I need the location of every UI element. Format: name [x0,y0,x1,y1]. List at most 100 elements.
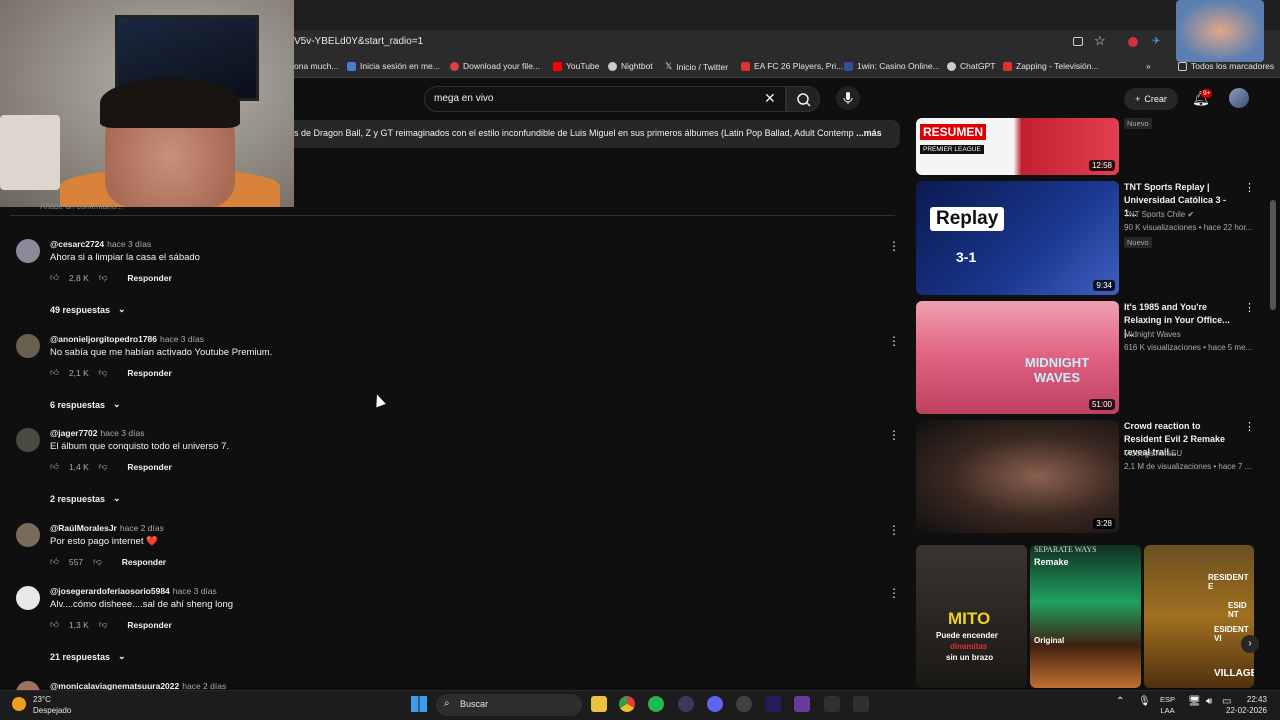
comment-time[interactable]: hace 3 días [160,334,204,344]
language-indicator[interactable]: ESP LAA [1160,694,1175,716]
bookmark-item[interactable]: ona much... [294,61,338,71]
video-thumbnail[interactable]: Replay 3-1 9:34 [916,181,1119,295]
taskbar-search[interactable]: ⌕ Buscar [436,694,582,716]
more-link[interactable]: ...más [856,128,882,138]
video-thumbnail[interactable]: MIDNIGHT WAVES 51:00 [916,301,1119,414]
replies-toggle[interactable]: 49 respuestas ⌄ [50,304,126,315]
video-thumbnail[interactable]: 3:28 [916,420,1119,533]
avatar[interactable] [16,586,40,610]
discord-icon[interactable] [707,696,723,712]
like-icon[interactable]: 👍︎ [50,367,59,378]
dislike-icon[interactable]: 👎︎ [99,367,108,378]
more-bookmarks-icon[interactable]: » [1146,61,1151,71]
account-avatar[interactable] [1229,88,1249,108]
reply-button[interactable]: Responder [127,462,171,472]
app-icon[interactable] [794,696,810,712]
microphone-tray-icon[interactable]: 🎙︎ [1138,696,1151,707]
windows-start-icon[interactable] [411,696,427,712]
like-icon[interactable]: 👍︎ [50,272,59,283]
dislike-icon[interactable]: 👎︎ [99,619,108,630]
search-button[interactable] [786,86,820,112]
channel-name[interactable]: TNT Sports Chile ✔ [1124,210,1194,219]
search-input-value[interactable]: mega en vivo [434,93,493,104]
app-icon[interactable] [853,696,869,712]
bookmark-item[interactable]: 1win: Casino Online... [844,61,940,71]
install-icon[interactable] [1073,37,1083,46]
shelf-card-resident-evil[interactable]: RESIDENT E ESID NT ESIDENT VI VILLAGE [1144,545,1254,688]
dislike-icon[interactable]: 👎︎ [93,556,102,567]
bookmark-item[interactable]: Zapping - Televisión... [1003,61,1099,71]
chrome-icon[interactable] [619,696,635,712]
bookmark-item[interactable]: YouTube [553,61,599,71]
more-options-icon[interactable]: ⋮ [1244,301,1255,314]
comment-author[interactable]: @RaúlMoralesJr [50,523,117,533]
more-options-icon[interactable]: ⋮ [888,239,900,253]
youtube-icon [553,61,562,71]
shelf-next-button[interactable]: › [1241,635,1259,653]
more-options-icon[interactable]: ⋮ [888,586,900,600]
app-icon[interactable] [736,696,752,712]
more-options-icon[interactable]: ⋮ [888,334,900,348]
bookmark-item[interactable]: Inicia sesión en me... [347,61,440,71]
reply-button[interactable]: Responder [127,620,171,630]
channel-name[interactable]: Midnight Waves [1124,330,1181,339]
video-thumbnail[interactable]: RESUMEN PREMIER LEAGUE 12:58 [916,118,1119,175]
dislike-icon[interactable]: 👎︎ [99,461,108,472]
bookmark-item[interactable]: Download your file... [450,61,540,71]
spotify-icon[interactable] [648,696,664,712]
url-text[interactable]: V5v-YBELd0Y&start_radio=1 [294,36,423,47]
extension-icon[interactable] [1128,37,1138,47]
file-explorer-icon[interactable] [591,696,607,712]
comment-time[interactable]: hace 3 días [101,428,145,438]
comment-author[interactable]: @jager7702 [50,428,98,438]
bookmark-item[interactable]: 𝕏 Inicio / Twitter [665,61,728,72]
shelf-card-mito[interactable]: MITO Puede encender dinamitas sin un bra… [916,545,1027,688]
weather-widget[interactable]: 23°C Despejado [33,694,71,716]
channel-name[interactable]: VideogamersEU [1124,449,1182,458]
network-icon[interactable]: 🖥︎ [1188,696,1201,707]
tray-chevron-icon[interactable]: ⌃ [1116,696,1124,707]
comment-time[interactable]: hace 3 días [107,239,151,249]
premiere-icon[interactable] [765,696,781,712]
comment-author[interactable]: @anonieljorgitopedro1786 [50,334,157,344]
avatar[interactable] [16,523,40,547]
bookmark-item[interactable]: EA FC 26 Players, Pri... [741,61,843,71]
replies-toggle[interactable]: 21 respuestas ⌄ [50,651,126,662]
comment-input-partial[interactable]: Añade un comentario... [40,202,123,211]
more-options-icon[interactable]: ⋮ [1244,181,1255,194]
shelf-card-separate-ways[interactable]: SEPARATE WAYS Remake Original [1030,545,1141,688]
comment-author[interactable]: @cesarc2724 [50,239,104,249]
avatar[interactable] [16,239,40,263]
volume-icon[interactable]: 🔊︎ [1206,696,1212,707]
clock[interactable]: 22:43 22-02-2026 [1226,694,1267,716]
more-options-icon[interactable]: ⋮ [888,523,900,537]
dislike-icon[interactable]: 👎︎ [99,272,108,283]
bookmark-item[interactable]: ChatGPT [947,61,995,71]
bookmark-item[interactable]: Nightbot [608,61,653,71]
app-icon[interactable] [824,696,840,712]
like-icon[interactable]: 👍︎ [50,461,59,472]
star-icon[interactable]: ☆ [1094,33,1106,49]
comment-author[interactable]: @josegerardoferiaosorio5984 [50,586,170,596]
like-icon[interactable]: 👍︎ [50,556,59,567]
scrollbar[interactable] [1270,200,1276,310]
reply-button[interactable]: Responder [127,273,171,283]
create-button[interactable]: + Crear [1124,88,1178,110]
all-bookmarks[interactable]: Todos los marcadores [1178,61,1274,71]
like-icon[interactable]: 👍︎ [50,619,59,630]
comment-time[interactable]: hace 2 días [120,523,164,533]
reply-button[interactable]: Responder [127,368,171,378]
avatar[interactable] [16,428,40,452]
reply-button[interactable]: Responder [122,557,166,567]
replies-toggle[interactable]: 6 respuestas ⌄ [50,399,121,410]
replies-toggle[interactable]: 2 respuestas ⌄ [50,493,121,504]
app-icon[interactable] [678,696,694,712]
video-description[interactable]: s de Dragon Ball, Z y GT reimaginados co… [294,120,900,148]
avatar[interactable] [16,334,40,358]
more-options-icon[interactable]: ⋮ [1244,420,1255,433]
mic-button[interactable] [836,86,860,110]
more-options-icon[interactable]: ⋮ [888,428,900,442]
comment-time[interactable]: hace 3 días [173,586,217,596]
clear-search-icon[interactable]: ✕ [764,90,776,107]
extension-icon[interactable]: ✈ [1152,36,1160,47]
